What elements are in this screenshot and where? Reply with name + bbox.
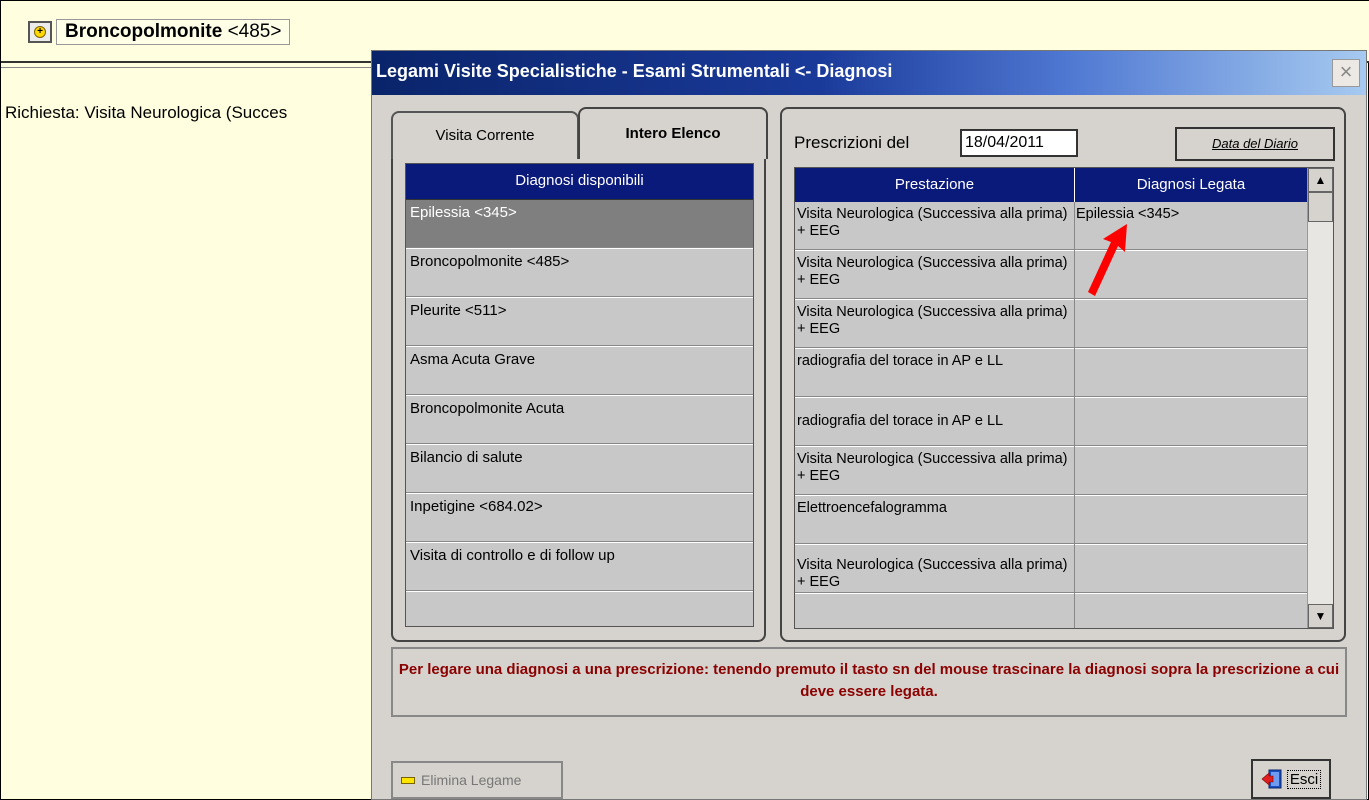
expand-button[interactable]: + [28, 21, 52, 43]
prescrizioni-grid[interactable]: Prestazione Diagnosi Legata Visita Neuro… [794, 167, 1334, 629]
table-row[interactable] [795, 594, 1307, 628]
elimina-legame-label: Elimina Legame [421, 772, 522, 788]
prestazione-cell: Visita Neurologica (Successiva alla prim… [797, 451, 1068, 484]
table-row[interactable]: Visita Neurologica (Successiva alla prim… [795, 447, 1307, 496]
close-button[interactable]: × [1332, 59, 1360, 87]
prescrizioni-label: Prescrizioni del [794, 133, 910, 152]
diagnosi-list[interactable]: Diagnosi disponibili Epilessia <345> Bro… [405, 163, 754, 627]
table-row[interactable]: Visita Neurologica (Successiva alla prim… [795, 251, 1307, 300]
table-row[interactable]: radiografia del torace in AP e LL [795, 398, 1307, 447]
diagnosi-item[interactable]: Inpetigine <684.02> [406, 494, 753, 543]
diagnosi-item[interactable] [406, 592, 753, 626]
background-title: Broncopolmonite <485> [56, 19, 291, 45]
prestazione-cell: Elettroencefalogramma [797, 500, 947, 516]
legami-dialog: Legami Visite Specialistiche - Esami Str… [371, 50, 1367, 800]
instruction-text: Per legare una diagnosi a una prescrizio… [391, 647, 1347, 717]
richiesta-text: Richiesta: Visita Neurologica (Succes [5, 103, 288, 122]
exit-door-icon [1261, 769, 1282, 789]
diagnosi-header: Diagnosi disponibili [406, 164, 753, 200]
diagnosi-cell: Epilessia <345> [1076, 206, 1180, 222]
grid-header: Prestazione Diagnosi Legata [795, 168, 1307, 202]
scroll-up-icon[interactable]: ▲ [1308, 168, 1333, 192]
background-title-name: Broncopolmonite [65, 21, 223, 42]
tab-intero-elenco[interactable]: Intero Elenco [578, 107, 768, 159]
diagnosi-item[interactable]: Broncopolmonite <485> [406, 249, 753, 298]
esci-label: Esci [1286, 769, 1322, 789]
prestazione-cell: radiografia del torace in AP e LL [797, 353, 1004, 369]
tab-visita-corrente[interactable]: Visita Corrente [391, 111, 579, 159]
background-title-code: <485> [227, 21, 282, 42]
data-diario-button[interactable]: Data del Diario [1175, 127, 1335, 161]
plus-icon: + [34, 26, 46, 38]
dialog-title: Legami Visite Specialistiche - Esami Str… [376, 61, 893, 81]
prestazione-cell: Visita Neurologica (Successiva alla prim… [797, 304, 1068, 337]
diagnosi-item[interactable]: Bilancio di salute [406, 445, 753, 494]
table-row[interactable]: Visita Neurologica (Successiva alla prim… [795, 202, 1307, 251]
column-prestazione: Prestazione [795, 168, 1075, 202]
scroll-thumb[interactable] [1308, 192, 1333, 222]
table-row[interactable]: radiografia del torace in AP e LL [795, 349, 1307, 398]
vertical-scrollbar[interactable]: ▲ ▼ [1307, 168, 1333, 628]
diagnosi-item[interactable]: Visita di controllo e di follow up [406, 543, 753, 592]
table-row[interactable]: Elettroencefalogramma [795, 496, 1307, 545]
table-row[interactable]: Visita Neurologica (Successiva alla prim… [795, 545, 1307, 594]
diagnosi-item[interactable]: Broncopolmonite Acuta [406, 396, 753, 445]
prestazione-cell: radiografia del torace in AP e LL [797, 413, 1004, 429]
scroll-down-icon[interactable]: ▼ [1308, 604, 1333, 628]
diagnosi-item[interactable]: Pleurite <511> [406, 298, 753, 347]
annotation-arrow-icon [1088, 224, 1127, 296]
prestazione-cell: Visita Neurologica (Successiva alla prim… [797, 206, 1068, 239]
grid-rows: Visita Neurologica (Successiva alla prim… [795, 202, 1307, 628]
elimina-legame-button[interactable]: Elimina Legame [391, 761, 563, 799]
prescrizioni-panel: Prescrizioni del 18/04/2011 Data del Dia… [780, 107, 1346, 642]
prestazione-cell: Visita Neurologica (Successiva alla prim… [797, 255, 1068, 288]
column-diagnosi-legata: Diagnosi Legata [1136, 176, 1246, 193]
minus-icon [401, 776, 415, 784]
diagnosi-item[interactable]: Epilessia <345> [406, 200, 753, 249]
table-row[interactable]: Visita Neurologica (Successiva alla prim… [795, 300, 1307, 349]
dialog-titlebar[interactable]: Legami Visite Specialistiche - Esami Str… [372, 51, 1366, 95]
prestazione-cell: Visita Neurologica (Successiva alla prim… [797, 557, 1068, 590]
divider [1, 67, 381, 68]
prescrizioni-date-field[interactable]: 18/04/2011 [960, 129, 1078, 157]
diagnosi-panel: Diagnosi disponibili Epilessia <345> Bro… [391, 149, 766, 642]
esci-button[interactable]: Esci [1251, 759, 1331, 799]
diagnosi-item[interactable]: Asma Acuta Grave [406, 347, 753, 396]
